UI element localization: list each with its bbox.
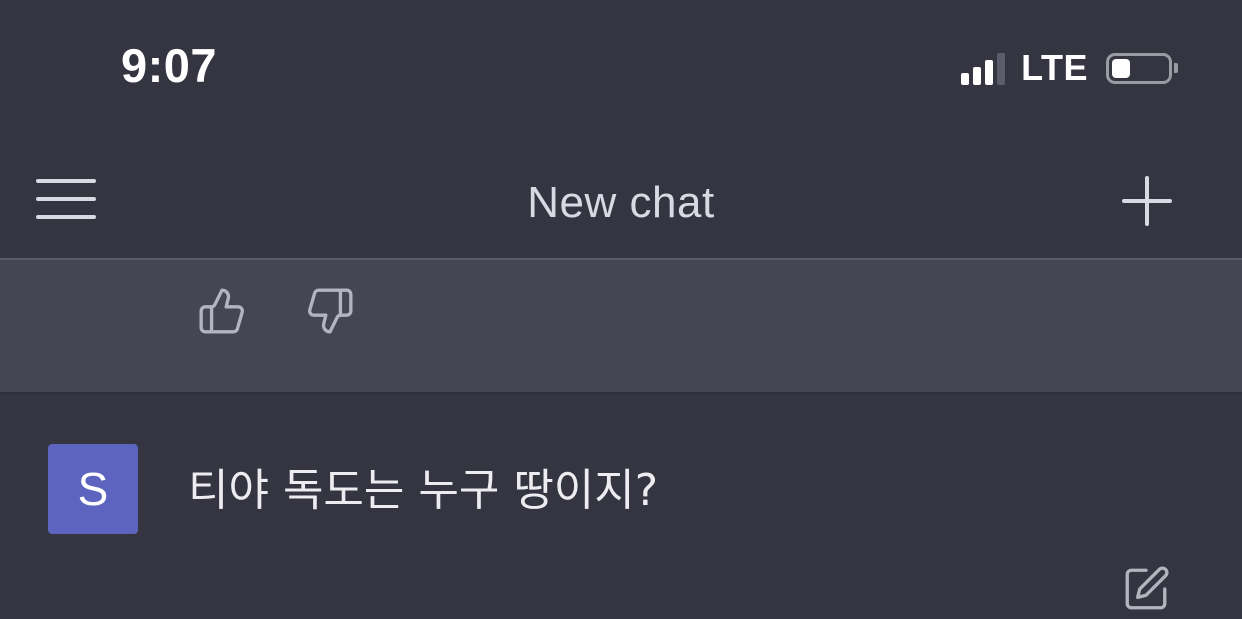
battery-icon: [1106, 52, 1178, 84]
avatar: S: [48, 444, 138, 534]
network-type: LTE: [1021, 47, 1088, 88]
user-message: S 티야 독도는 누구 땅이지?: [0, 394, 1242, 610]
battery-nub: [1174, 63, 1178, 73]
edit-icon: [1125, 566, 1169, 610]
chat-header: New chat: [0, 140, 1242, 258]
new-chat-button[interactable]: [1122, 176, 1172, 226]
thumbs-up-icon: [199, 288, 244, 334]
thumbs-down-icon: [308, 288, 353, 334]
thumbs-down-button[interactable]: [305, 286, 355, 336]
page-title: New chat: [527, 178, 715, 227]
signal-strength-icon: [961, 51, 1006, 85]
status-time: 9:07: [121, 39, 218, 92]
thumbs-up-button[interactable]: [197, 286, 247, 336]
battery-body: [1106, 52, 1172, 84]
signal-bar: [985, 60, 994, 85]
status-bar: 9:07 LTE: [0, 0, 1242, 140]
status-indicators: LTE: [961, 47, 1178, 88]
assistant-message: [0, 260, 1242, 392]
signal-bar: [997, 53, 1006, 85]
edit-message-button[interactable]: [1121, 564, 1171, 614]
user-message-text: 티야 독도는 누구 땅이지?: [188, 465, 659, 516]
plus-icon: [1122, 176, 1172, 226]
signal-bar: [961, 73, 970, 85]
battery-level-fill: [1112, 58, 1130, 78]
signal-bar: [973, 67, 982, 85]
